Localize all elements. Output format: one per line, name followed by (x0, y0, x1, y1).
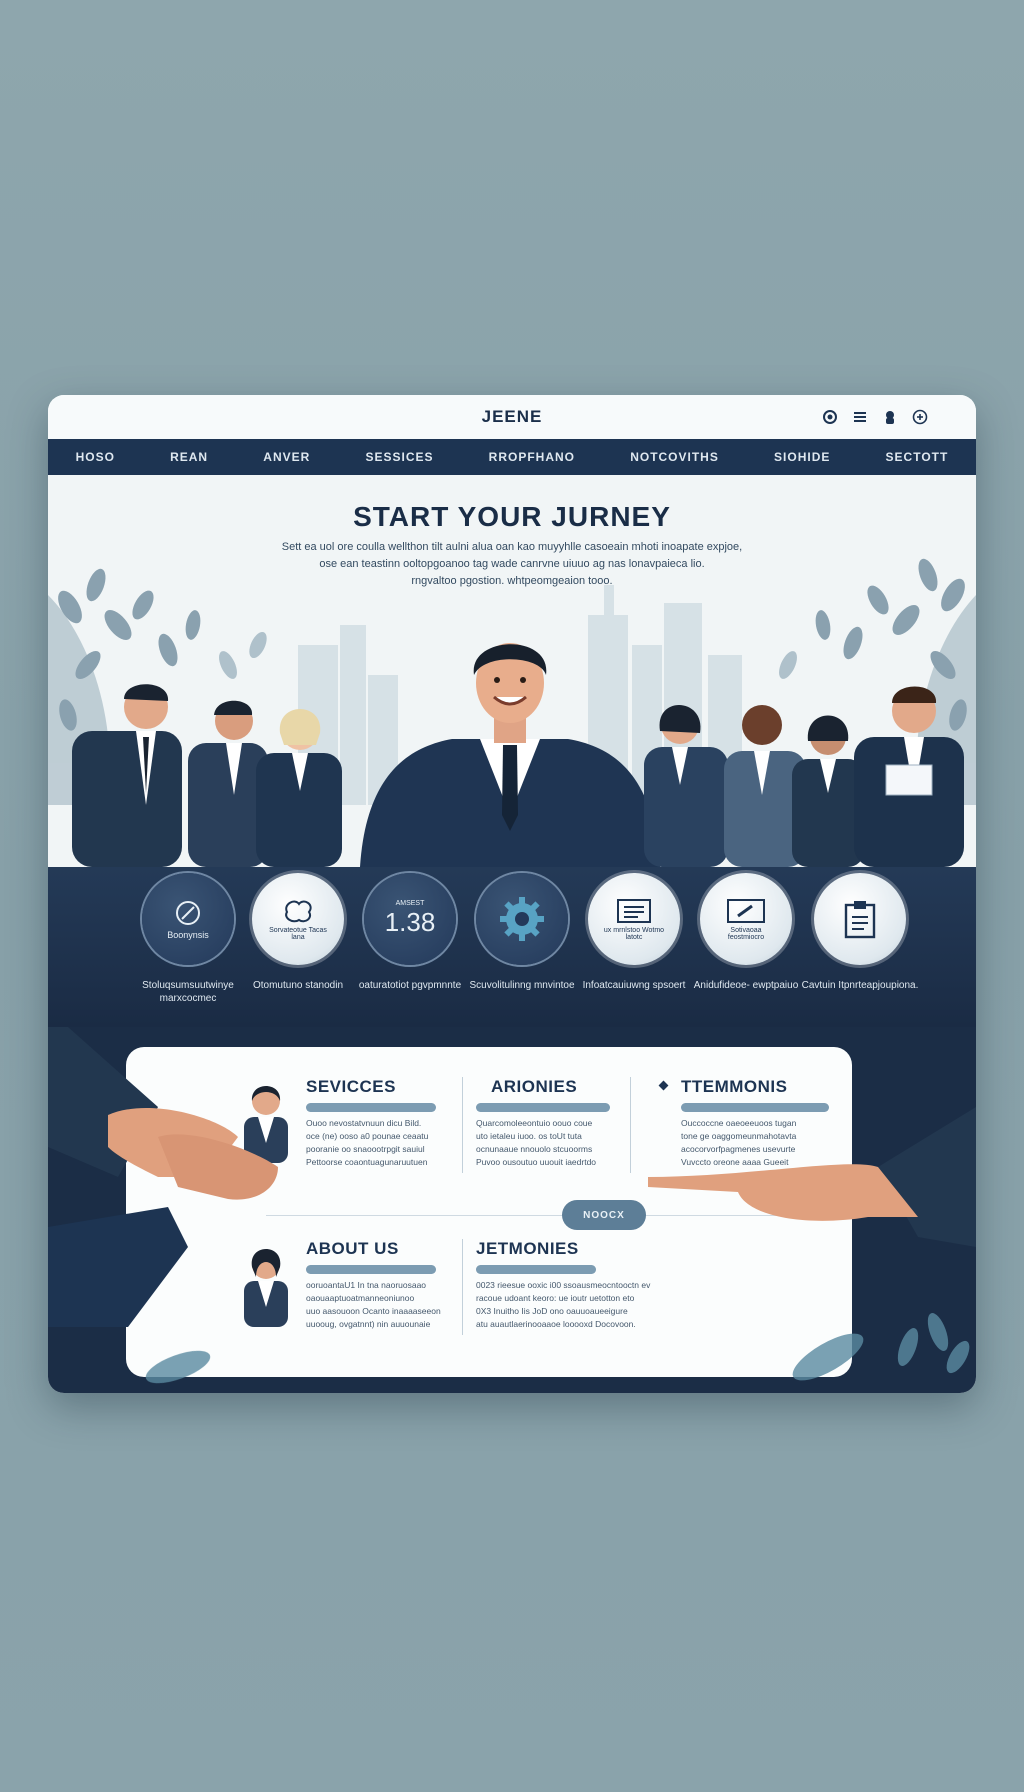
feature-circle[interactable] (476, 873, 568, 965)
feature-item: Scuvolitulinng mnvintoe (462, 873, 582, 992)
browser-window: JEENE HOSO REAN ANVER SESSICES RROPFHANO… (48, 395, 976, 1393)
feature-item: Sorvateotue Tacas lana Otomutuno stanodi… (238, 873, 358, 992)
window-controls (822, 409, 928, 425)
leaf-icon (176, 900, 200, 925)
features-strip: Boonynsis Stoluqsumsuutwinye marxcocmec … (48, 867, 976, 1027)
user-icon[interactable] (882, 409, 898, 425)
nav-item-anver[interactable]: ANVER (263, 450, 310, 464)
nav-item-sectott[interactable]: SECTOTT (886, 450, 949, 464)
feature-label: Cavtuin Itpnrteapjoupiona. (801, 980, 919, 991)
edit-icon (727, 898, 765, 923)
title-bar: JEENE (48, 395, 976, 439)
feature-label: Infoatcauiuwng spsoert (582, 980, 686, 991)
hero-illustration (48, 558, 976, 867)
nav-item-siohide[interactable]: SIOHIDE (774, 450, 830, 464)
nav-item-rropfhano[interactable]: RROPFHANO (489, 450, 575, 464)
feature-circle[interactable] (814, 873, 906, 965)
hero-section: START YOUR JURNEY Sett ea uol ore coulla… (48, 475, 976, 867)
feature-item: ux mrnlstoo Wotmo latotc Infoatcauiuwng … (574, 873, 694, 992)
main-navigation: HOSO REAN ANVER SESSICES RROPFHANO NOTCO… (48, 439, 976, 475)
feature-label: Anidufideoe- ewptpaiuo (693, 980, 799, 991)
feature-circle-text: ux mrnlstoo Wotmo latotc (603, 926, 665, 941)
feature-circle[interactable]: ux mrnlstoo Wotmo latotc (588, 873, 680, 965)
hero-subtitle-line: ose ean teastinn ooltopgoanoo tag wade c… (319, 558, 705, 570)
hands-illustration (48, 1027, 976, 1384)
feature-circle-text: Sorvateotue Tacas lana (269, 926, 327, 941)
feature-label: Otomutuno stanodin (252, 980, 344, 991)
counter-small-label: AMSEST (395, 900, 425, 907)
nav-item-notcoviths[interactable]: NOTCOVITHS (630, 450, 719, 464)
feature-item: Boonynsis Stoluqsumsuutwinye marxcocmec (128, 873, 248, 1005)
nav-item-sessices[interactable]: SESSICES (365, 450, 433, 464)
document-icon (617, 898, 651, 923)
feature-circle-text: Boonynsis (167, 929, 209, 940)
hero-title: START YOUR JURNEY (353, 501, 671, 532)
add-icon[interactable] (912, 409, 928, 425)
clipboard-icon (844, 901, 876, 939)
lower-section: SEVICCES Ouoo nevostatvnuun dicu Bild. o… (48, 1027, 976, 1393)
feature-circle[interactable]: Sorvateotue Tacas lana (252, 873, 344, 965)
feature-item: Cavtuin Itpnrteapjoupiona. (800, 873, 920, 992)
feature-item: Sotivaoaa feostmiocro Anidufideoe- ewptp… (686, 873, 806, 992)
feature-label: Stoluqsumsuutwinye marxcocmec (142, 980, 234, 1004)
feature-label: oaturatotiot pgvpmnnte (358, 980, 462, 991)
hero-subtitle-line: rngvaltoo pgostion. whtpeomgeaion tooo. (411, 575, 613, 587)
hero-subtitle-line: Sett ea uol ore coulla wellthon tilt aul… (281, 541, 743, 553)
brain-icon (285, 900, 312, 922)
nav-item-hoso[interactable]: HOSO (76, 450, 115, 464)
nav-item-rean[interactable]: REAN (170, 450, 208, 464)
record-icon[interactable] (822, 409, 838, 425)
feature-label: Scuvolitulinng mnvintoe (469, 980, 575, 991)
gear-icon (500, 897, 544, 941)
feature-circle[interactable]: Sotivaoaa feostmiocro (700, 873, 792, 965)
feature-circle[interactable]: AMSEST 1.38 (364, 873, 456, 965)
menu-icon[interactable] (852, 409, 868, 425)
feature-circle[interactable]: Boonynsis (142, 873, 234, 965)
counter-icon: 1.38 (384, 907, 436, 937)
hero-subtitle: Sett ea uol ore coulla wellthon tilt aul… (258, 539, 766, 590)
feature-circle-text: Sotivaoaa feostmiocro (727, 926, 765, 941)
feature-item: AMSEST 1.38 oaturatotiot pgvpmnnte (350, 873, 470, 992)
